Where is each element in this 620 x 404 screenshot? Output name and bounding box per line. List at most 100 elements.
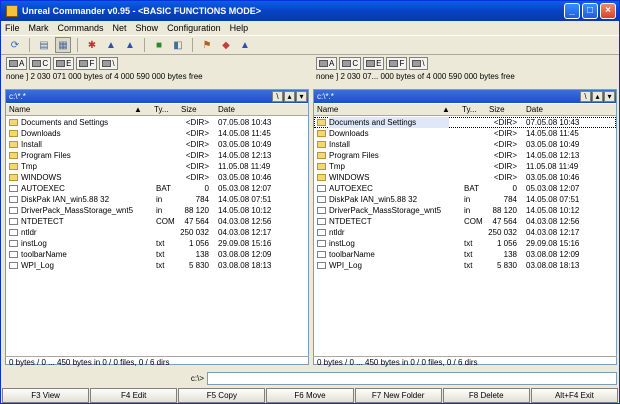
brief-view-icon[interactable]: ▤: [36, 37, 52, 53]
find-icon[interactable]: ⚑: [199, 37, 215, 53]
table-row[interactable]: WPI_Log txt 5 830 03.08.08 18:13: [314, 260, 616, 271]
maximize-button[interactable]: □: [582, 3, 598, 19]
menu-commands[interactable]: Commands: [58, 23, 104, 33]
table-row[interactable]: toolbarName txt 138 03.08.08 12:09: [6, 249, 308, 260]
table-row[interactable]: instLog txt 1 056 29.09.08 15:16: [314, 238, 616, 249]
history-icon[interactable]: \: [580, 91, 591, 102]
table-row[interactable]: instLog txt 1 056 29.09.08 15:16: [6, 238, 308, 249]
column-date[interactable]: Date: [526, 105, 543, 114]
tree-icon[interactable]: ▲: [103, 37, 119, 53]
table-row[interactable]: Documents and Settings <DIR> 07.05.08 10:4…: [6, 117, 308, 128]
table-row[interactable]: Documents and Settings <DIR> 07.05.08 10:4…: [314, 117, 616, 128]
column-type[interactable]: Ty...: [462, 105, 477, 114]
drive-button-network[interactable]: \: [409, 57, 428, 70]
f7-new-folder-button[interactable]: F7 New Folder: [354, 388, 442, 403]
chevron-up-icon[interactable]: ▴: [592, 91, 603, 102]
chevron-down-icon[interactable]: ▾: [604, 91, 615, 102]
column-name[interactable]: Name: [317, 105, 338, 114]
drive-button-c[interactable]: C: [339, 57, 362, 70]
column-date[interactable]: Date: [218, 105, 235, 114]
file-icon: [317, 240, 326, 247]
minimize-button[interactable]: _: [564, 3, 580, 19]
drive-button-e[interactable]: E: [53, 57, 75, 70]
f3-view-button[interactable]: F3 View: [2, 388, 90, 403]
file-name: instLog: [329, 239, 355, 248]
table-row[interactable]: DiskPak IAN_win5.88 32 in 784 14.05.08 07:5…: [314, 194, 616, 205]
table-row[interactable]: WINDOWS <DIR> 03.05.08 10:46: [314, 172, 616, 183]
full-view-icon[interactable]: ▦: [55, 37, 71, 53]
table-row[interactable]: AUTOEXEC BAT 0 05.03.08 12:07: [314, 183, 616, 194]
tree-icon[interactable]: ▲: [122, 37, 138, 53]
close-button[interactable]: ×: [600, 3, 616, 19]
column-name[interactable]: Name: [9, 105, 30, 114]
file-date: 14.05.08 12:13: [218, 151, 272, 160]
table-row[interactable]: NTDETECT COM 47 564 04.03.08 12:56: [314, 216, 616, 227]
folder-icon: [9, 152, 18, 159]
title-bar[interactable]: Unreal Commander v0.95 - <BASIC FUNCTION…: [1, 1, 619, 21]
f6-move-button[interactable]: F6 Move: [266, 388, 354, 403]
menu-show[interactable]: Show: [136, 23, 159, 33]
table-row[interactable]: ntldr 250 032 04.03.08 12:17: [6, 227, 308, 238]
chevron-down-icon[interactable]: ▾: [296, 91, 307, 102]
drive-button-a[interactable]: A: [316, 57, 338, 70]
file-name: DiskPak IAN_win5.88 32: [329, 195, 418, 204]
table-row[interactable]: Downloads <DIR> 14.05.08 11:45: [6, 128, 308, 139]
drive-button-e[interactable]: E: [363, 57, 385, 70]
table-row[interactable]: NTDETECT COM 47 564 04.03.08 12:56: [6, 216, 308, 227]
table-row[interactable]: Program Files <DIR> 14.05.08 12:13: [6, 150, 308, 161]
drive-button-a[interactable]: A: [6, 57, 28, 70]
history-icon[interactable]: \: [272, 91, 283, 102]
drive-button-network[interactable]: \: [99, 57, 118, 70]
table-row[interactable]: Program Files <DIR> 14.05.08 12:13: [314, 150, 616, 161]
pack-icon[interactable]: ■: [151, 37, 167, 53]
chevron-up-icon[interactable]: ▴: [284, 91, 295, 102]
unpack-icon[interactable]: ◧: [170, 37, 186, 53]
file-size: <DIR>: [185, 118, 209, 127]
table-row[interactable]: Downloads <DIR> 14.05.08 11:45: [314, 128, 616, 139]
table-row[interactable]: DiskPak IAN_win5.88 32 in 784 14.05.08 07:5…: [6, 194, 308, 205]
f8-delete-button[interactable]: F8 Delete: [442, 388, 530, 403]
file-size: 5 830: [496, 261, 517, 270]
f4-edit-button[interactable]: F4 Edit: [90, 388, 178, 403]
file-size: <DIR>: [493, 173, 517, 182]
exit-button[interactable]: Alt+F4 Exit: [530, 388, 618, 403]
table-row[interactable]: ntldr 250 032 04.03.08 12:17: [314, 227, 616, 238]
table-row[interactable]: Tmp <DIR> 11.05.08 11:49: [314, 161, 616, 172]
command-input[interactable]: [207, 371, 617, 385]
menu-mark[interactable]: Mark: [29, 23, 49, 33]
right-file-panel[interactable]: c:\*.* \ ▴ ▾ Name ▲ Ty... Size Date Docu…: [313, 89, 617, 365]
table-row[interactable]: DriverPack_MassStorage_wnt5 in 88 120 14.05…: [6, 205, 308, 216]
table-row[interactable]: Install <DIR> 03.05.08 10:49: [314, 139, 616, 150]
menu-file[interactable]: File: [5, 23, 20, 33]
ftp-icon[interactable]: ◆: [218, 37, 234, 53]
ftp-icon[interactable]: ▲: [237, 37, 253, 53]
menu-net[interactable]: Net: [113, 23, 127, 33]
table-row[interactable]: WINDOWS <DIR> 03.05.08 10:46: [6, 172, 308, 183]
left-column-header: Name ▲ Ty... Size Date: [6, 104, 308, 116]
refresh-icon[interactable]: ⟳: [7, 37, 23, 53]
folder-icon: [9, 141, 18, 148]
file-name: toolbarName: [329, 250, 375, 259]
file-size: <DIR>: [493, 118, 517, 127]
right-path-bar[interactable]: c:\*.* \ ▴ ▾: [314, 90, 616, 103]
drive-button-f[interactable]: F: [76, 57, 98, 70]
column-size[interactable]: Size: [489, 105, 505, 114]
drive-button-c[interactable]: C: [29, 57, 52, 70]
table-row[interactable]: toolbarName txt 138 03.08.08 12:09: [314, 249, 616, 260]
drive-button-f[interactable]: F: [386, 57, 408, 70]
table-row[interactable]: AUTOEXEC BAT 0 05.03.08 12:07: [6, 183, 308, 194]
sort-icon[interactable]: ✱: [84, 37, 100, 53]
column-type[interactable]: Ty...: [154, 105, 169, 114]
table-row[interactable]: Tmp <DIR> 11.05.08 11:49: [6, 161, 308, 172]
column-size[interactable]: Size: [181, 105, 197, 114]
menu-configuration[interactable]: Configuration: [167, 23, 221, 33]
file-name: WINDOWS: [329, 173, 370, 182]
table-row[interactable]: WPI_Log txt 5 830 03.08.08 18:13: [6, 260, 308, 271]
f5-copy-button[interactable]: F5 Copy: [178, 388, 266, 403]
left-file-panel[interactable]: c:\*.* \ ▴ ▾ Name ▲ Ty... Size Date Docu…: [5, 89, 309, 365]
left-path-bar[interactable]: c:\*.* \ ▴ ▾: [6, 90, 308, 103]
folder-icon: [317, 141, 326, 148]
table-row[interactable]: Install <DIR> 03.05.08 10:49: [6, 139, 308, 150]
table-row[interactable]: DriverPack_MassStorage_wnt5 in 88 120 14.05…: [314, 205, 616, 216]
menu-help[interactable]: Help: [230, 23, 249, 33]
